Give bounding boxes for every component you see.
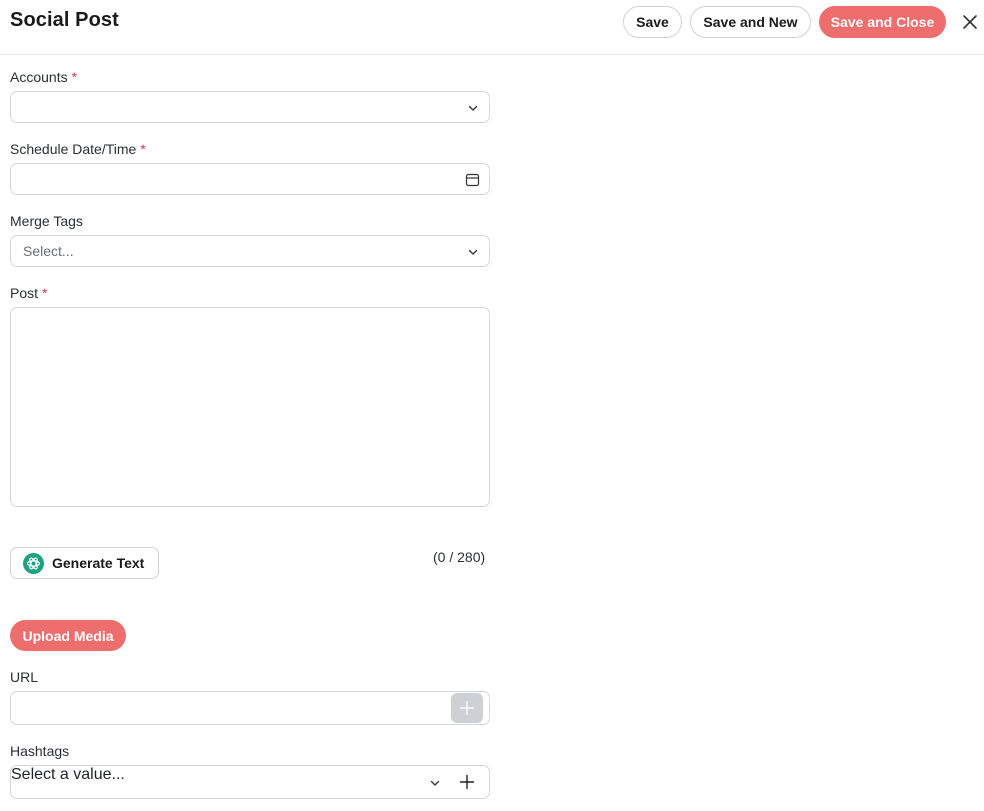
chevron-down-icon xyxy=(468,105,478,111)
url-input[interactable] xyxy=(10,691,490,725)
required-marker: * xyxy=(140,141,146,157)
hashtags-select[interactable]: Select a value... xyxy=(10,765,490,799)
accounts-select[interactable] xyxy=(10,91,490,123)
post-textarea[interactable] xyxy=(10,307,490,507)
url-label: URL xyxy=(10,669,39,685)
merge-tags-label: Merge Tags xyxy=(10,213,83,229)
save-and-new-button[interactable]: Save and New xyxy=(690,6,811,38)
accounts-label-text: Accounts xyxy=(10,69,68,85)
chevron-down-icon[interactable] xyxy=(429,777,441,789)
hashtags-label: Hashtags xyxy=(10,743,70,759)
header-bar: Social Post Save Save and New Save and C… xyxy=(0,0,984,55)
accounts-label: Accounts * xyxy=(10,69,77,85)
schedule-datetime-input[interactable] xyxy=(10,163,490,195)
merge-tags-select[interactable]: Select... xyxy=(10,235,490,267)
add-url-button[interactable] xyxy=(451,693,483,723)
required-marker: * xyxy=(42,285,48,301)
chevron-down-icon xyxy=(468,249,478,255)
generate-text-button[interactable]: Generate Text xyxy=(10,547,159,579)
save-button[interactable]: Save xyxy=(623,6,682,38)
close-icon[interactable] xyxy=(960,12,980,32)
save-and-close-button[interactable]: Save and Close xyxy=(819,6,946,38)
schedule-label-text: Schedule Date/Time xyxy=(10,141,137,157)
calendar-icon[interactable] xyxy=(465,172,480,187)
generate-text-label: Generate Text xyxy=(52,555,145,571)
required-marker: * xyxy=(71,69,78,85)
hashtags-placeholder: Select a value... xyxy=(11,766,125,783)
plus-icon xyxy=(459,700,475,716)
post-label-text: Post xyxy=(10,285,39,301)
openai-icon xyxy=(23,552,44,574)
schedule-label: Schedule Date/Time * xyxy=(10,141,146,157)
merge-tags-placeholder: Select... xyxy=(23,243,74,259)
plus-icon[interactable] xyxy=(459,774,475,790)
character-counter: (0 / 280) xyxy=(433,549,486,565)
page-title: Social Post xyxy=(10,9,119,31)
post-label: Post * xyxy=(10,285,47,301)
upload-media-button[interactable]: Upload Media xyxy=(10,620,126,651)
